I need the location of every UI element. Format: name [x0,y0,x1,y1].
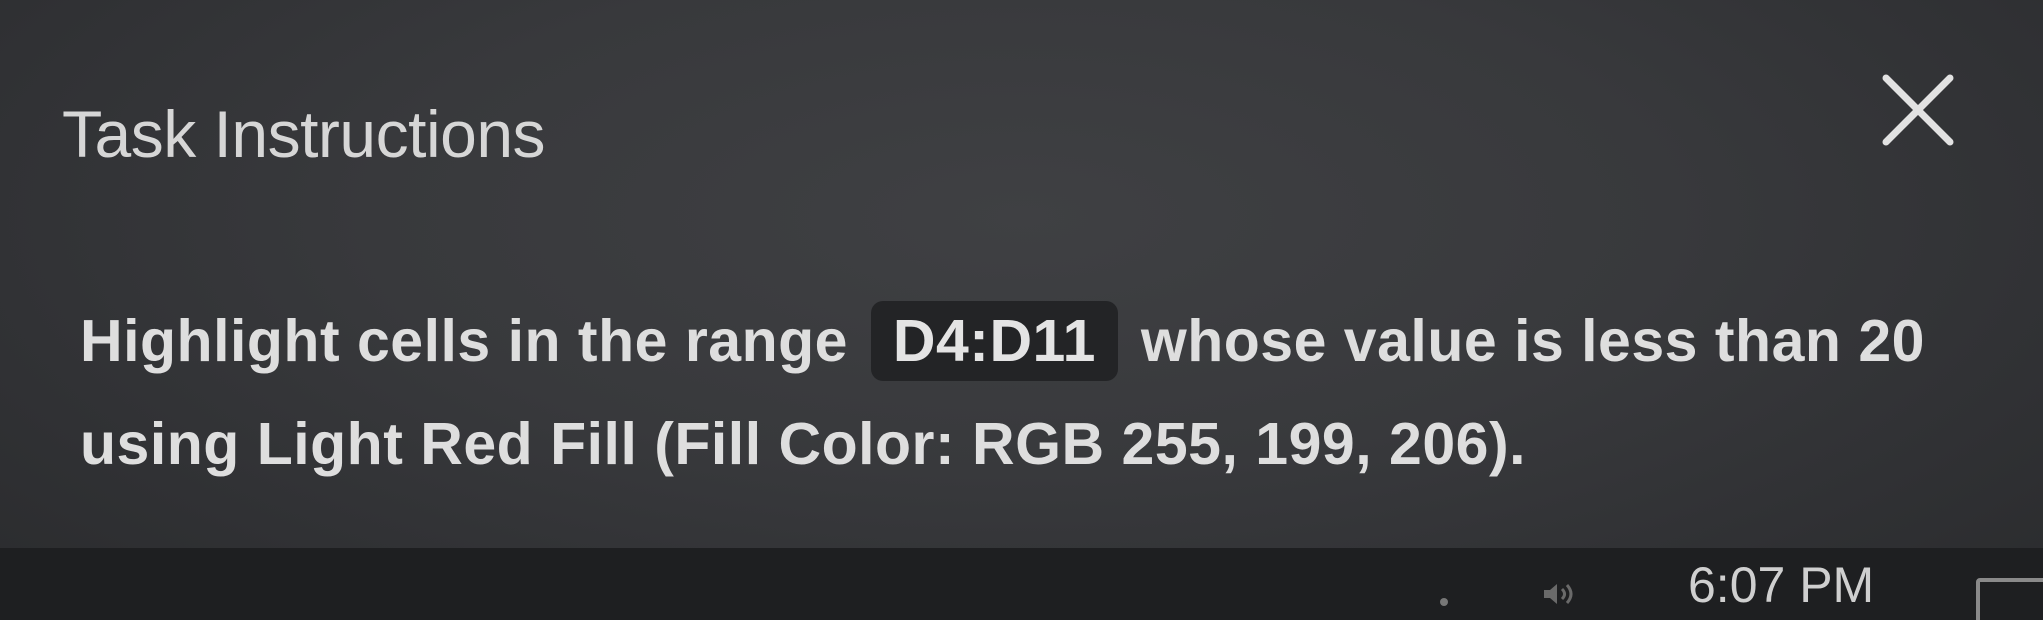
system-tray [1425,548,1625,620]
taskbar: 6:07 PM [0,548,2043,620]
task-instructions-panel: Task Instructions Highlight cells in the… [0,0,2043,548]
notification-icon[interactable] [1976,578,2043,620]
close-button[interactable] [1868,60,1968,160]
tray-icon[interactable] [1437,576,1451,618]
panel-title: Task Instructions [62,97,546,171]
close-x-icon [1882,74,1954,146]
instruction-text: Highlight cells in the range D4:D11 whos… [80,290,1980,496]
speaker-icon[interactable] [1540,576,1580,618]
instruction-text-start: Highlight cells in the range [80,308,865,374]
screen: Task Instructions Highlight cells in the… [0,0,2043,620]
taskbar-clock[interactable]: 6:07 PM [1688,556,1874,614]
range-chip: D4:D11 [870,301,1118,381]
